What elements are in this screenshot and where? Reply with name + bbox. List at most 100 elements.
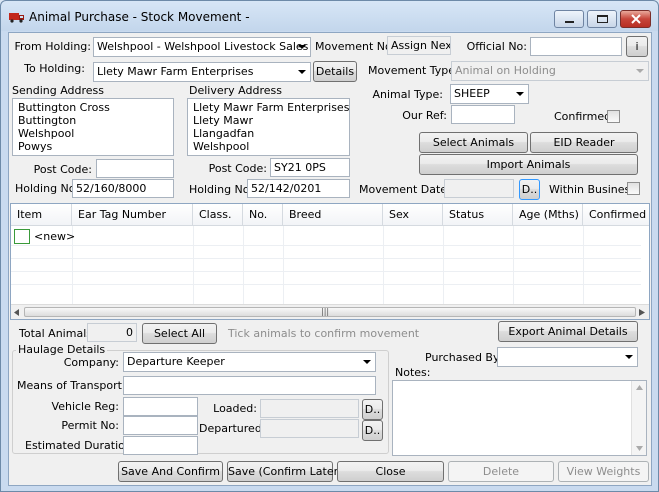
truck-icon [9,13,24,23]
to-holding-value: Llety Mawr Farm Enterprises [97,65,254,78]
scroll-right-icon[interactable] [639,309,645,316]
close-window-button[interactable] [620,10,651,28]
delivery-address-label: Delivery Address [189,84,282,97]
column-header-age[interactable]: Age (Mths) [513,204,583,226]
company-select[interactable]: Departure Keeper [123,352,376,372]
sending-holding-no-label: Holding No: [15,182,80,195]
notes-vertical-scrollbar[interactable] [631,381,646,455]
our-ref-input[interactable] [451,105,515,124]
new-row-label: <new> [34,230,76,243]
maximize-button[interactable] [587,10,617,28]
animal-type-select[interactable]: SHEEP [450,84,529,104]
from-holding-value: Welshpool - Welshpool Livestock Sales [97,40,309,53]
scroll-left-icon[interactable] [14,309,20,316]
grid-divider [193,226,194,304]
total-animals-value: 0 [87,323,137,342]
scroll-thumb[interactable]: ||| [24,307,636,317]
delivery-holding-no-input[interactable]: 52/142/0201 [247,179,350,198]
grid-divider [383,226,384,304]
our-ref-label: Our Ref: [402,109,447,122]
delivery-address-text[interactable]: Llety Mawr Farm Enterprises Llety Mawr L… [187,98,350,156]
maximize-icon [597,15,608,23]
company-label: Company: [63,356,119,369]
select-animals-button[interactable]: Select Animals [419,132,528,153]
loaded-input[interactable] [260,399,359,418]
column-header-no[interactable]: No. [243,204,283,226]
confirmed-checkbox[interactable] [607,110,620,123]
details-button[interactable]: Details [313,61,357,82]
eid-reader-button[interactable]: EID Reader [530,132,638,153]
movement-type-value: Animal on Holding [455,64,556,77]
chevron-down-icon [298,45,306,49]
departured-date-picker-button[interactable]: D.. [362,420,383,441]
select-all-button[interactable]: Select All [142,323,217,344]
company-value: Departure Keeper [127,355,225,368]
info-button[interactable]: i [626,36,648,57]
delivery-holding-no-label: Holding No: [189,183,254,196]
total-animals-label: Total Animals: [19,327,96,340]
vehicle-reg-input[interactable] [123,397,198,416]
movement-date-picker-button[interactable]: D.. [519,179,540,200]
scroll-down-icon[interactable] [636,446,643,451]
within-business-checkbox[interactable] [627,182,640,195]
save-confirm-later-button[interactable]: Save (Confirm Later) [227,461,342,482]
title-bar[interactable]: Animal Purchase - Stock Movement - [1,1,658,31]
chevron-down-icon [363,360,371,364]
notes-label: Notes: [395,366,431,379]
purchased-by-select[interactable] [497,347,638,367]
loaded-label: Loaded: [213,402,257,415]
scroll-up-icon[interactable] [636,385,643,390]
movement-date-input[interactable] [444,179,514,198]
means-of-transport-input[interactable] [123,376,376,395]
delivery-postcode-input[interactable]: SY21 0PS [270,158,350,177]
estimated-duration-input[interactable] [123,436,198,455]
minimize-icon [565,21,574,23]
delete-button[interactable]: Delete [448,461,554,482]
column-header-status[interactable]: Status [443,204,513,226]
sending-holding-no-input[interactable]: 52/160/8000 [72,179,174,198]
column-header-item[interactable]: Item [11,204,72,226]
official-no-input[interactable] [530,37,622,56]
loaded-date-picker-button[interactable]: D.. [362,399,383,420]
form-client-area: From Holding: Welshpool - Welshpool Live… [8,32,652,486]
import-animals-button[interactable]: Import Animals [419,154,638,175]
chevron-down-icon [636,69,644,73]
window-title: Animal Purchase - Stock Movement - [29,10,250,24]
chevron-down-icon [298,70,306,74]
movement-type-label: Movement Type: [368,64,459,77]
grid-divider [283,226,284,304]
permit-no-input[interactable] [123,416,198,435]
movement-no-label: Movement No: [315,40,396,53]
scroll-grip: ||| [321,307,330,316]
sending-postcode-input[interactable] [96,159,174,178]
grid-horizontal-scrollbar[interactable]: ||| [11,304,649,319]
notes-textarea[interactable] [392,380,647,456]
view-weights-button[interactable]: View Weights [558,461,649,482]
minimize-button[interactable] [554,10,584,28]
save-and-confirm-button[interactable]: Save And Confirm [118,461,223,482]
new-row-box [14,229,30,244]
close-button[interactable]: Close [337,461,444,482]
sending-postcode-label: Post Code: [33,163,92,176]
assign-next-field[interactable]: Assign Next [387,36,451,55]
movement-type-select[interactable]: Animal on Holding [451,61,649,81]
confirm-hint: Tick animals to confirm movement [228,327,420,340]
column-header-confirmed[interactable]: Confirmed [583,204,649,226]
grid-row-line [11,284,641,285]
official-no-label: Official No: [466,40,527,53]
from-holding-select[interactable]: Welshpool - Welshpool Livestock Sales [93,37,311,57]
column-header-breed[interactable]: Breed [283,204,383,226]
grid-divider [443,226,444,304]
column-header-sex[interactable]: Sex [383,204,443,226]
within-business-label: Within Business [549,183,637,196]
table-row-new[interactable]: <new> [14,229,76,244]
to-holding-select[interactable]: Llety Mawr Farm Enterprises [93,62,311,82]
column-header-class[interactable]: Class. [193,204,243,226]
animal-grid[interactable]: Item Ear Tag Number Class. No. Breed Sex… [10,203,650,320]
departured-input[interactable] [260,419,359,438]
close-icon [631,14,641,24]
column-header-ear-tag[interactable]: Ear Tag Number [72,204,193,226]
export-animal-details-button[interactable]: Export Animal Details [498,321,638,342]
purchased-by-label: Purchased By: [425,351,503,364]
sending-address-text[interactable]: Buttington Cross Buttington Welshpool Po… [12,98,174,156]
